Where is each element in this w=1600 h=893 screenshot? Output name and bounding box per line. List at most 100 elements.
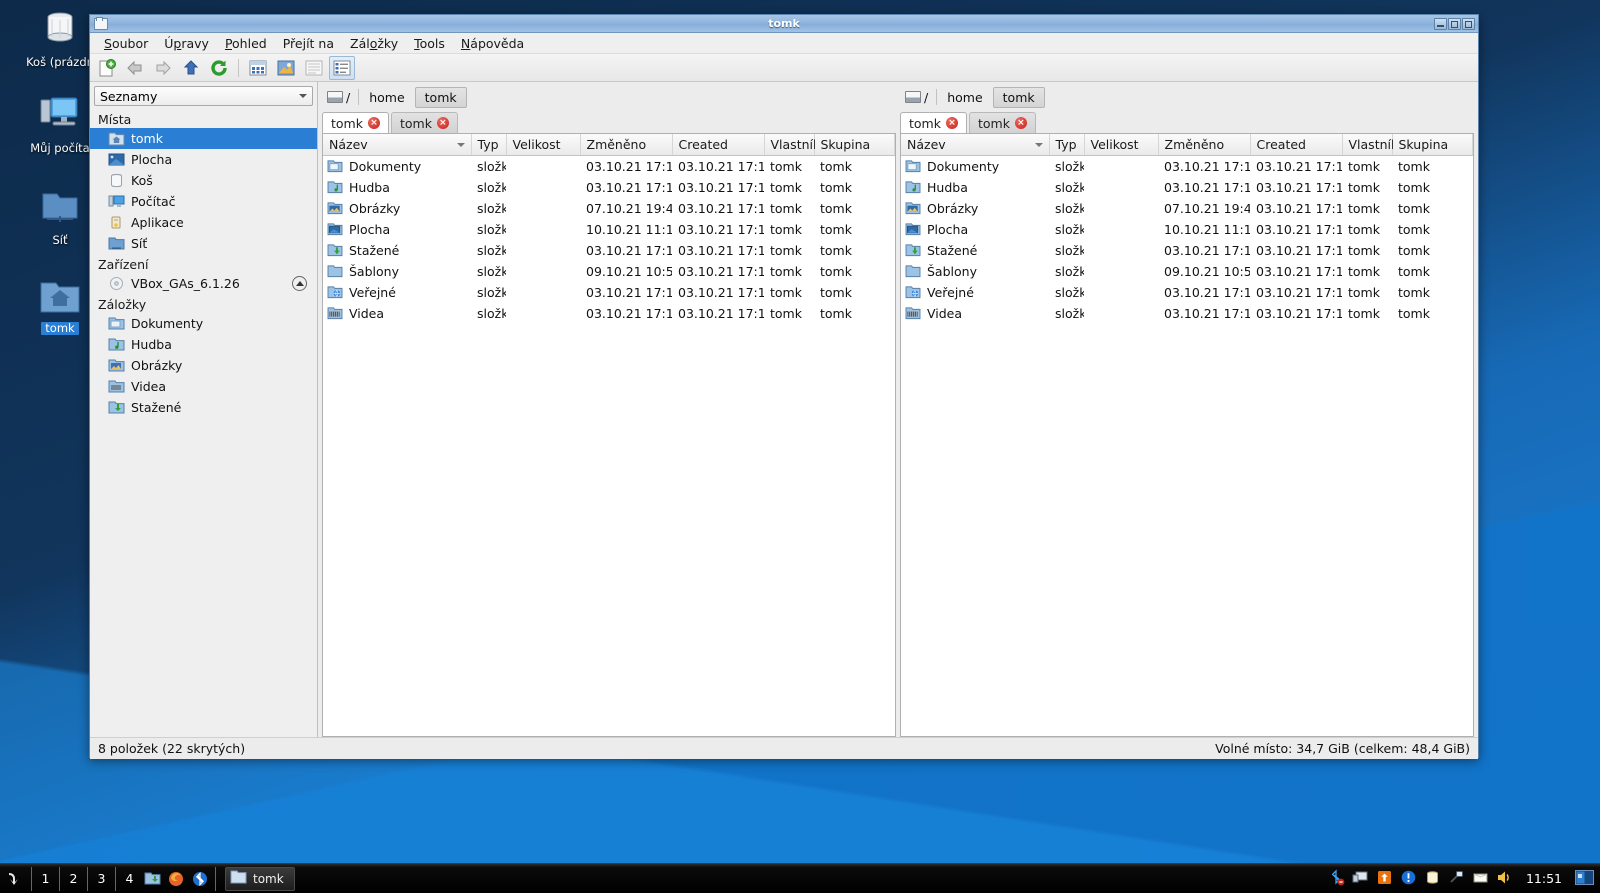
tab-tomk-1[interactable]: tomk × [900,112,967,133]
taskbar-task-tomk[interactable]: tomk [225,866,295,891]
volume-icon[interactable] [1496,869,1513,889]
column-header-skupina[interactable]: Skupina [1392,134,1473,156]
column-header-nazev[interactable]: Název [323,134,472,156]
grid-view-icon[interactable] [245,56,271,80]
sidebar-item-tomk[interactable]: tomk [90,128,317,149]
tab-tomk-1[interactable]: tomk × [322,112,389,133]
table-row[interactable]: Plocha složka 10.10.21 11:16 03.10.21 17:18… [901,219,1473,240]
column-header-velikost[interactable]: Velikost [506,134,581,156]
close-icon[interactable]: × [367,117,380,129]
table-row[interactable]: Šablony složka 09.10.21 10:55 03.10.21 17:1… [323,261,895,282]
cell-name[interactable]: Obrázky [323,198,471,219]
table-row[interactable]: Hudba složka 03.10.21 17:18 03.10.21 17:18 t… [323,177,895,198]
sidebar-item-obrazky[interactable]: Obrázky [90,355,317,376]
cell-name[interactable]: Stažené [901,240,1049,261]
breadcrumb-current[interactable]: tomk [992,86,1045,108]
cell-name[interactable]: Videa [901,303,1049,324]
arrow-left-icon[interactable] [122,56,148,80]
table-row[interactable]: Videa složka 03.10.21 17:18 03.10.21 17:18 t… [901,303,1473,324]
table-row[interactable]: Plocha složka 10.10.21 11:16 03.10.21 17:18… [323,219,895,240]
sidebar-item-sit[interactable]: Síť [90,233,317,254]
cell-name[interactable]: Šablony [901,261,1049,282]
table-row[interactable]: Stažené složka 03.10.21 17:18 03.10.21 17:1… [901,240,1473,261]
workspace-switcher-icon[interactable] [1575,869,1594,888]
column-header-skupina[interactable]: Skupina [814,134,895,156]
arrow-up-icon[interactable] [178,56,204,80]
table-row[interactable]: Stažené složka 03.10.21 17:18 03.10.21 17:1… [323,240,895,261]
trash-icon[interactable] [1424,869,1441,889]
sidebar-item-hudba[interactable]: Hudba [90,334,317,355]
column-header-typ[interactable]: Typ [471,134,507,156]
column-header-velikost[interactable]: Velikost [1084,134,1159,156]
close-icon[interactable]: × [436,117,449,129]
notes-icon[interactable] [1472,869,1489,889]
sidebar-item-dokumenty[interactable]: Dokumenty [90,313,317,334]
detailed-view-icon[interactable] [329,55,355,80]
arrow-right-icon[interactable] [150,56,176,80]
bluetooth-icon[interactable] [188,871,212,887]
reload-icon[interactable] [206,56,232,80]
sidebar-item-stazene[interactable]: Stažené [90,397,317,418]
maximize-button[interactable] [1448,17,1461,30]
workspace-1[interactable]: 1 [35,871,56,886]
column-header-zmeneno[interactable]: Změněno [1158,134,1251,156]
table-row[interactable]: Obrázky složka 07.10.21 19:41 03.10.21 17:1… [323,198,895,219]
show-desktop-icon[interactable] [0,870,28,888]
firefox-icon[interactable] [164,871,188,887]
sidebar-mode-select[interactable]: Seznamy [94,86,313,106]
cell-name[interactable]: Stažené [323,240,471,261]
cell-name[interactable]: Veřejné [901,282,1049,303]
column-header-typ[interactable]: Typ [1049,134,1085,156]
table-row[interactable]: Veřejné složka 03.10.21 17:18 03.10.21 17:1… [323,282,895,303]
cell-name[interactable]: Hudba [901,177,1049,198]
column-header-nazev[interactable]: Název [901,134,1050,156]
compact-view-icon[interactable] [301,56,327,80]
cell-name[interactable]: Plocha [901,219,1049,240]
table-row[interactable]: Dokumenty složka 03.10.21 17:18 03.10.21 17… [323,156,895,177]
breadcrumb-home[interactable]: home [359,87,414,108]
workspace-4[interactable]: 4 [119,871,140,886]
cell-name[interactable]: Videa [323,303,471,324]
close-icon[interactable]: × [1014,117,1027,129]
table-row[interactable]: Obrázky složka 07.10.21 19:41 03.10.21 17:1… [901,198,1473,219]
sidebar-item-kos[interactable]: Koš [90,170,317,191]
column-header-created[interactable]: Created [1250,134,1343,156]
menu-napoveda[interactable]: Nápověda [453,34,532,53]
menu-upravy[interactable]: Úpravy [156,34,217,53]
tab-tomk-2[interactable]: tomk × [968,112,1036,133]
table-row[interactable]: Dokumenty složka 03.10.21 17:18 03.10.21 17… [901,156,1473,177]
eject-icon[interactable] [292,276,307,291]
table-row[interactable]: Videa složka 03.10.21 17:18 03.10.21 17:18 t… [323,303,895,324]
cell-name[interactable]: Šablony [323,261,471,282]
breadcrumb-home[interactable]: home [937,87,992,108]
sidebar-item-aplikace[interactable]: Aplikace [90,212,317,233]
table-row[interactable]: Hudba složka 03.10.21 17:18 03.10.21 17:18 t… [901,177,1473,198]
info-icon[interactable] [1400,869,1417,889]
sidebar-list[interactable]: Místa tomk Plocha Koš Počítač Aplikace S… [90,109,317,737]
cell-name[interactable]: Hudba [323,177,471,198]
breadcrumb-root[interactable]: / [322,87,358,108]
file-manager-icon[interactable] [140,871,164,886]
menu-tools[interactable]: Tools [406,34,453,53]
breadcrumb-current[interactable]: tomk [414,86,467,108]
column-header-zmeneno[interactable]: Změněno [580,134,673,156]
table-row[interactable]: Veřejné složka 03.10.21 17:18 03.10.21 17:1… [901,282,1473,303]
menu-soubor[interactable]: SSouboroubor [96,34,156,53]
column-header-vlastnik[interactable]: Vlastník [1342,134,1398,156]
cell-name[interactable]: Veřejné [323,282,471,303]
bluetooth-disabled-icon[interactable] [1328,868,1345,889]
column-header-vlastnik[interactable]: Vlastník [764,134,820,156]
menu-pohled[interactable]: Pohled [217,34,275,53]
tab-tomk-2[interactable]: tomk × [390,112,458,133]
cell-name[interactable]: Plocha [323,219,471,240]
workspace-3[interactable]: 3 [91,871,112,886]
breadcrumb-root[interactable]: / [900,87,936,108]
keyboard-icon[interactable] [1448,869,1465,889]
display-icon[interactable] [1352,869,1369,889]
minimize-button[interactable] [1434,17,1447,30]
sidebar-item-videa[interactable]: Videa [90,376,317,397]
menu-prejit-na[interactable]: Přejít na [275,34,342,53]
sidebar-item-plocha[interactable]: Plocha [90,149,317,170]
file-list[interactable]: Název Typ Velikost Změněno Created Vlast… [900,133,1474,737]
cell-name[interactable]: Dokumenty [901,156,1049,177]
